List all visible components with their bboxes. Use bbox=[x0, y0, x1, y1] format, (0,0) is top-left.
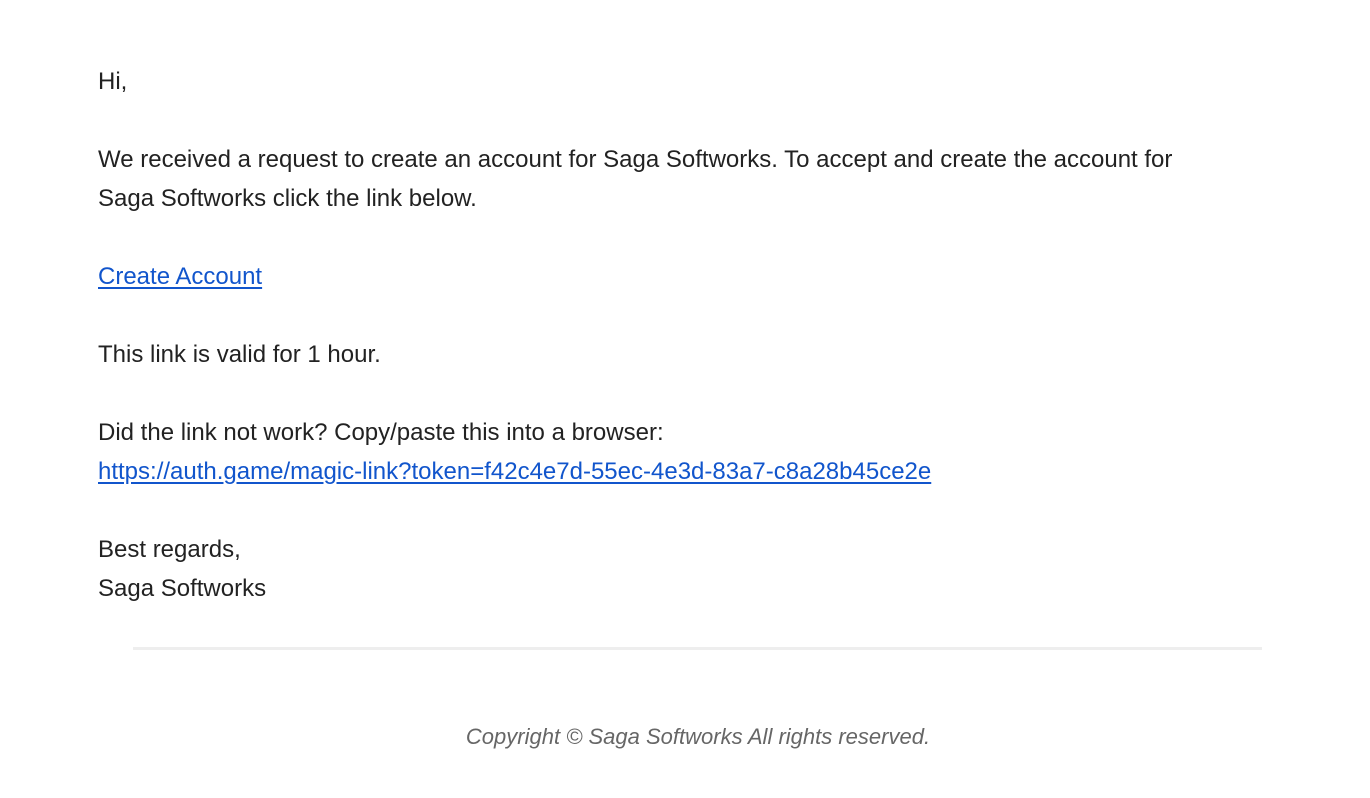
intro-line-2: Saga Softworks click the link below. bbox=[98, 185, 477, 212]
intro-paragraph: We received a request to create an accou… bbox=[98, 140, 1278, 218]
create-account-link[interactable]: Create Account bbox=[98, 263, 262, 290]
greeting: Hi, bbox=[98, 68, 128, 95]
footer-divider bbox=[133, 647, 1262, 650]
intro-line-1: We received a request to create an accou… bbox=[98, 146, 1173, 173]
footer-copyright: Copyright © Saga Softworks All rights re… bbox=[465, 724, 931, 749]
email-body: Hi, We received a request to create an a… bbox=[98, 62, 1278, 647]
fallback-paragraph: Did the link not work? Copy/paste this i… bbox=[98, 413, 1278, 491]
signoff: Best regards, bbox=[98, 536, 241, 563]
signoff-paragraph: Best regards, Saga Softworks bbox=[98, 530, 1278, 608]
signature: Saga Softworks bbox=[98, 575, 267, 602]
fallback-instructions: Did the link not work? Copy/paste this i… bbox=[98, 419, 664, 446]
magic-link-url[interactable]: https://auth.game/magic-link?token=f42c4… bbox=[98, 452, 1278, 491]
create-account-paragraph: Create Account bbox=[98, 257, 1278, 296]
validity-notice: This link is valid for 1 hour. bbox=[98, 341, 381, 368]
